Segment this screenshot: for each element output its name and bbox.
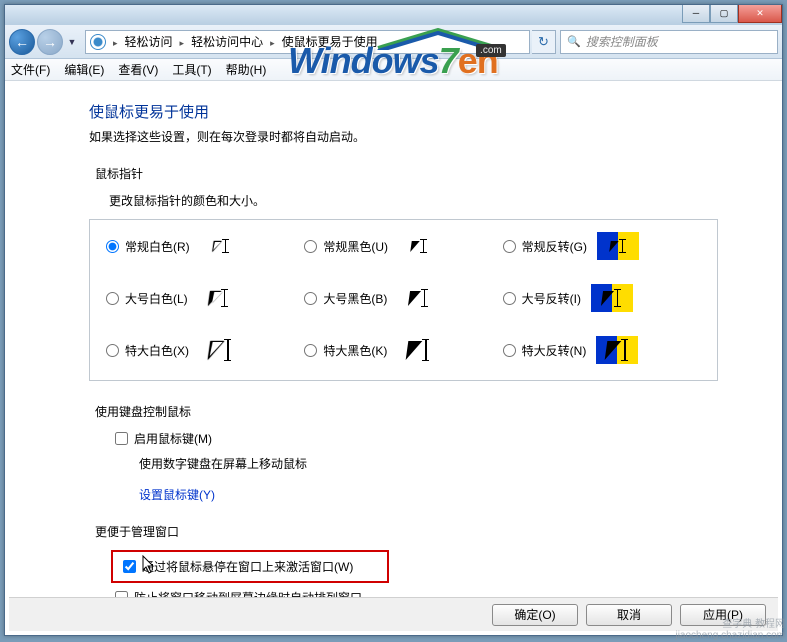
- history-dropdown[interactable]: ▼: [65, 32, 79, 52]
- menu-tools[interactable]: 工具(T): [172, 61, 211, 78]
- dialog-footer: 确定(O) 取消 应用(P): [9, 597, 778, 631]
- minimize-button[interactable]: ─: [682, 5, 710, 23]
- mousekeys-checkbox[interactable]: [115, 432, 128, 445]
- cursor-large-inverted[interactable]: 大号反转(I): [503, 284, 701, 312]
- search-input[interactable]: 搜索控制面板: [560, 30, 778, 54]
- radio-regular-black[interactable]: [304, 240, 317, 253]
- radio-large-white[interactable]: [106, 292, 119, 305]
- radio-large-black[interactable]: [304, 292, 317, 305]
- forward-button[interactable]: →: [37, 29, 63, 55]
- cursor-options-group: 常规白色(R) 常规黑色(U) 常规反转(G) 大号白色(L) 大号黑色(B) …: [89, 219, 718, 381]
- mousekeys-settings-link[interactable]: 设置鼠标键(Y): [139, 486, 215, 503]
- mousekeys-description: 使用数字键盘在屏幕上移动鼠标: [139, 455, 718, 472]
- pointer-description: 更改鼠标指针的颜色和大小。: [109, 192, 718, 209]
- control-panel-window: ─ ▢ ✕ ← → ▼ 轻松访问 轻松访问中心 使鼠标更易于使用 ↻ 搜索控制面…: [4, 4, 783, 636]
- cursor-xl-white[interactable]: 特大白色(X): [106, 336, 304, 364]
- content-area: 使鼠标更易于使用 如果选择这些设置，则在每次登录时都将自动启动。 鼠标指针 更改…: [9, 83, 778, 597]
- mouse-cursor-icon: [142, 555, 158, 580]
- radio-regular-white[interactable]: [106, 240, 119, 253]
- section-window-management: 更便于管理窗口: [95, 523, 718, 540]
- navigation-bar: ← → ▼ 轻松访问 轻松访问中心 使鼠标更易于使用 ↻ 搜索控制面板: [5, 25, 782, 59]
- close-button[interactable]: ✕: [738, 5, 782, 23]
- control-panel-icon: [90, 34, 106, 50]
- radio-xl-inverted[interactable]: [503, 344, 516, 357]
- refresh-button[interactable]: ↻: [532, 30, 556, 54]
- address-bar[interactable]: 轻松访问 轻松访问中心 使鼠标更易于使用: [85, 30, 530, 54]
- section-mouse-pointer: 鼠标指针: [95, 165, 718, 182]
- menu-bar: 文件(F) 编辑(E) 查看(V) 工具(T) 帮助(H): [5, 59, 782, 81]
- page-title: 使鼠标更易于使用: [89, 101, 718, 122]
- maximize-button[interactable]: ▢: [710, 5, 738, 23]
- breadcrumb-2[interactable]: 轻松访问中心: [191, 33, 263, 50]
- menu-edit[interactable]: 编辑(E): [64, 61, 104, 78]
- cursor-xl-black[interactable]: 特大黑色(K): [304, 336, 502, 364]
- radio-large-inverted[interactable]: [503, 292, 516, 305]
- page-subtitle: 如果选择这些设置，则在每次登录时都将自动启动。: [89, 128, 718, 145]
- cursor-regular-black[interactable]: 常规黑色(U): [304, 232, 502, 260]
- menu-view[interactable]: 查看(V): [118, 61, 158, 78]
- cursor-large-white[interactable]: 大号白色(L): [106, 284, 304, 312]
- section-keyboard-control: 使用键盘控制鼠标: [95, 403, 718, 420]
- radio-xl-black[interactable]: [304, 344, 317, 357]
- mousekeys-label: 启用鼠标键(M): [134, 430, 212, 447]
- hover-activate-checkbox[interactable]: [123, 560, 136, 573]
- menu-file[interactable]: 文件(F): [11, 61, 50, 78]
- hover-activate-label: 通过将鼠标悬停在窗口上来激活窗口(W): [142, 558, 353, 575]
- ok-button[interactable]: 确定(O): [492, 604, 578, 626]
- prevent-arrange-row: 防止将窗口移动到屏幕边缘时自动排列窗口: [115, 589, 718, 597]
- breadcrumb-1[interactable]: 轻松访问: [125, 33, 173, 50]
- breadcrumb-3[interactable]: 使鼠标更易于使用: [282, 33, 378, 50]
- menu-help[interactable]: 帮助(H): [226, 61, 267, 78]
- cancel-button[interactable]: 取消: [586, 604, 672, 626]
- back-button[interactable]: ←: [9, 29, 35, 55]
- cursor-xl-inverted[interactable]: 特大反转(N): [503, 336, 701, 364]
- cursor-regular-inverted[interactable]: 常规反转(G): [503, 232, 701, 260]
- titlebar[interactable]: ─ ▢ ✕: [5, 5, 782, 25]
- radio-xl-white[interactable]: [106, 344, 119, 357]
- cursor-large-black[interactable]: 大号黑色(B): [304, 284, 502, 312]
- source-watermark: 查字典 教程网 jiaocheng.chazidian.com: [673, 618, 787, 642]
- prevent-arrange-label: 防止将窗口移动到屏幕边缘时自动排列窗口: [134, 589, 362, 597]
- mousekeys-row: 启用鼠标键(M): [115, 430, 718, 447]
- cursor-regular-white[interactable]: 常规白色(R): [106, 232, 304, 260]
- radio-regular-inverted[interactable]: [503, 240, 516, 253]
